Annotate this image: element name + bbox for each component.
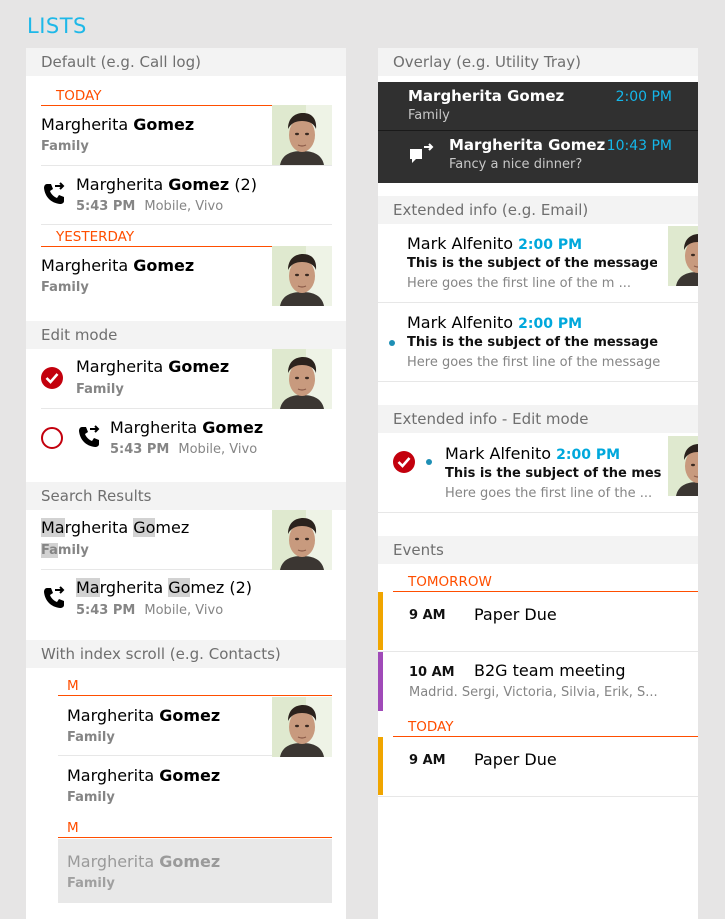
avatar — [668, 436, 698, 496]
event-title: Paper Due — [474, 750, 557, 769]
group-label-today: TODAY — [41, 86, 332, 106]
call-detail: 5:43 PM Mobile, Vivo — [110, 442, 258, 457]
group-label-m: M — [58, 818, 332, 838]
contact-row[interactable]: Margherita Gomez Family — [58, 696, 332, 757]
event-row[interactable]: 9 AM Paper Due — [378, 737, 698, 797]
contact-name: Margherita Gomez — [67, 766, 221, 785]
right-column: Overlay (e.g. Utility Tray) Margherita G… — [378, 48, 698, 919]
left-column: Default (e.g. Call log) TODAY Margherita… — [26, 48, 346, 919]
unchecked-checkbox-icon[interactable] — [41, 427, 63, 449]
call-row-edit[interactable]: Margherita Gomez 5:43 PM Mobile, Vivo — [41, 409, 332, 467]
email-row[interactable]: Mark Alfenito 2:00 PM This is the subjec… — [378, 224, 698, 303]
contact-sub: Family — [41, 280, 89, 295]
overlay-time: 2:00 PM — [615, 89, 672, 105]
section-header-overlay: Overlay (e.g. Utility Tray) — [378, 48, 698, 76]
page-title: LISTS — [27, 14, 87, 38]
email-sender: Mark Alfenito 2:00 PM — [407, 313, 583, 332]
group-label-yesterday: YESTERDAY — [41, 227, 332, 247]
avatar — [272, 105, 332, 165]
overlay-name: Margherita Gomez — [408, 87, 565, 105]
contact-row[interactable]: Margherita Gomez Family — [41, 246, 332, 306]
avatar — [668, 226, 698, 286]
contact-sub: Family — [41, 543, 89, 558]
section-header-extended-edit: Extended info - Edit mode — [378, 405, 698, 433]
section-header-search: Search Results — [26, 482, 346, 510]
section-header-events: Events — [378, 536, 698, 564]
event-color-bar — [378, 737, 383, 795]
unread-dot-icon — [426, 459, 432, 465]
contact-row[interactable]: Margherita Gomez Family — [41, 105, 332, 166]
contact-sub: Family — [41, 139, 89, 154]
unread-dot-icon — [389, 340, 395, 346]
contact-name: Margherita Gomez — [76, 357, 230, 376]
email-subject: This is the subject of the mes ... — [445, 466, 661, 481]
email-row-edit[interactable]: Mark Alfenito 2:00 PM This is the subjec… — [378, 434, 698, 513]
group-label-today: TODAY — [393, 717, 698, 737]
contact-name: Margherita Gomez — [41, 256, 195, 275]
event-title: B2G team meeting — [474, 661, 626, 680]
email-preview: Here goes the first line of the m ... — [407, 276, 631, 291]
overlay-tray: Margherita Gomez 2:00 PM Family Margheri… — [378, 82, 698, 183]
contact-row[interactable]: Margherita Gomez Family — [58, 756, 332, 815]
contact-sub: Family — [76, 382, 124, 397]
section-header-index: With index scroll (e.g. Contacts) — [26, 640, 346, 668]
overlay-name: Margherita Gomez — [449, 136, 606, 154]
email-preview: Here goes the first line of the message — [407, 355, 661, 370]
call-detail: 5:43 PM Mobile, Vivo — [76, 603, 224, 618]
event-time: 9 AM — [409, 753, 446, 768]
event-time: 9 AM — [409, 608, 446, 623]
overlay-time: 10:43 PM — [606, 138, 672, 154]
contact-row-pressed[interactable]: Margherita Gomez Family — [58, 839, 332, 903]
checked-checkbox-icon[interactable] — [393, 451, 415, 473]
contact-name: Margherita Gomez — [41, 115, 195, 134]
contact-name: Margherita Gomez — [41, 518, 190, 537]
contact-sub: Family — [67, 730, 115, 745]
call-transfer-icon — [76, 424, 102, 450]
contact-sub: Family — [67, 876, 115, 891]
avatar — [272, 246, 332, 306]
call-transfer-icon — [41, 585, 67, 611]
overlay-item[interactable]: Margherita Gomez 10:43 PM Fancy a nice d… — [378, 131, 698, 183]
section-header-extended: Extended info (e.g. Email) — [378, 196, 698, 224]
call-detail: 5:43 PM Mobile, Vivo — [76, 199, 224, 214]
email-preview: Here goes the first line of the ... — [445, 486, 653, 501]
call-row[interactable]: Margherita Gomez (2) 5:43 PM Mobile, Viv… — [41, 166, 332, 225]
search-call-row[interactable]: Margherita Gomez (2) 5:43 PM Mobile, Viv… — [41, 570, 332, 628]
contact-row-edit[interactable]: Margherita Gomez Family — [41, 349, 332, 409]
contact-name: Margherita Gomez — [67, 706, 221, 725]
checked-checkbox-icon[interactable] — [41, 367, 63, 389]
avatar — [272, 349, 332, 409]
avatar — [272, 697, 332, 757]
section-header-default: Default (e.g. Call log) — [26, 48, 346, 76]
event-row[interactable]: 9 AM Paper Due — [378, 592, 698, 652]
event-time: 10 AM — [409, 665, 455, 680]
search-result-row[interactable]: Margherita Gomez Family — [41, 510, 332, 570]
contact-name: Margherita Gomez — [67, 852, 221, 871]
event-title: Paper Due — [474, 605, 557, 624]
call-name: Margherita Gomez (2) — [76, 578, 253, 597]
group-label-tomorrow: TOMORROW — [393, 572, 698, 592]
email-sender: Mark Alfenito 2:00 PM — [407, 234, 583, 253]
event-attendees: Madrid. Sergi, Victoria, Silvia, Erik, S… — [409, 685, 658, 700]
section-header-edit: Edit mode — [26, 321, 346, 349]
event-row[interactable]: 10 AM B2G team meeting Madrid. Sergi, Vi… — [378, 652, 698, 711]
email-subject: This is the subject of the message — [407, 256, 657, 271]
message-icon — [408, 143, 434, 167]
call-transfer-icon — [41, 181, 67, 207]
overlay-sub: Fancy a nice dinner? — [449, 157, 583, 172]
contact-sub: Family — [67, 790, 115, 805]
group-label-m: M — [58, 676, 332, 696]
email-row-unread[interactable]: Mark Alfenito 2:00 PM This is the subjec… — [378, 303, 698, 382]
event-color-bar — [378, 592, 383, 650]
email-sender: Mark Alfenito 2:00 PM — [445, 444, 621, 463]
event-color-bar — [378, 652, 383, 711]
avatar — [272, 510, 332, 570]
call-name: Margherita Gomez (2) — [76, 175, 257, 194]
call-name: Margherita Gomez — [110, 418, 264, 437]
email-subject: This is the subject of the message — [407, 335, 659, 350]
overlay-sub: Family — [408, 108, 450, 123]
overlay-item[interactable]: Margherita Gomez 2:00 PM Family — [378, 82, 698, 131]
